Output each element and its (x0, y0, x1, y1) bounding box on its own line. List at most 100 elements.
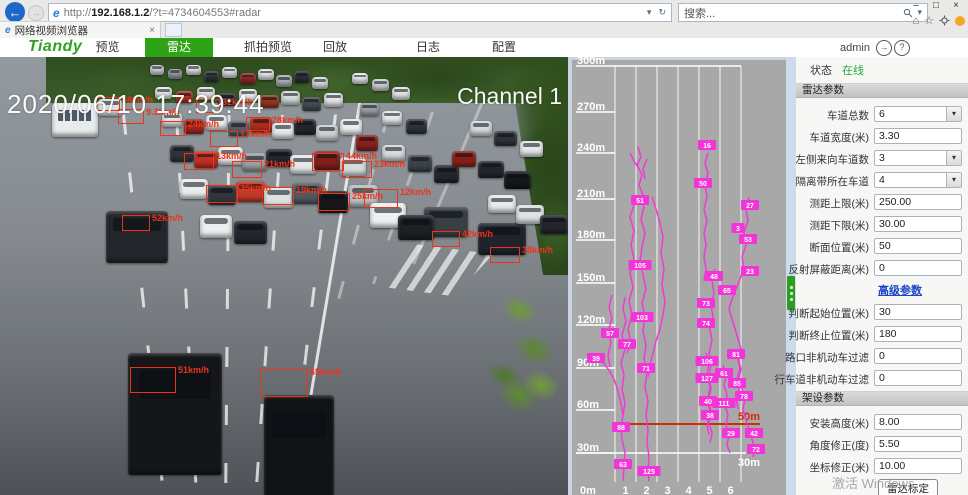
maximize-button[interactable]: □ (926, 0, 946, 13)
logout-icon[interactable]: → (876, 40, 892, 56)
section-header: 架设参数 (796, 391, 968, 406)
nav-tab-1[interactable]: 预览 (80, 38, 135, 57)
field-input[interactable]: 5.50 (874, 436, 962, 452)
field-label: 判断起始位置(米) (796, 304, 874, 320)
tab-favicon: e (5, 25, 11, 36)
svg-text:29: 29 (727, 431, 735, 438)
vehicle (540, 215, 568, 234)
vehicle (264, 395, 334, 495)
detection-box: 25km/h (318, 193, 350, 211)
nav-tab-6[interactable]: 配置 (476, 38, 532, 57)
dropdown-caret-icon[interactable]: ▾ (946, 107, 961, 121)
new-tab-button[interactable] (165, 23, 182, 37)
home-icon[interactable]: ⌂ (912, 15, 919, 27)
address-bar[interactable]: e http://192.168.1.2/?t=4734604553#radar… (48, 3, 672, 22)
vehicle (520, 141, 543, 157)
vehicle (204, 71, 219, 82)
refresh-icon[interactable]: ↻ (658, 7, 666, 18)
windows-watermark: 激活 Windows (832, 473, 914, 492)
settings-panel: 状态 在线 雷达参数车道总数6▾车道宽度(米)3.30左侧来向车道数3▾隔离带所… (796, 57, 968, 495)
minimize-button[interactable]: – (906, 0, 926, 13)
vehicle (200, 215, 232, 238)
advanced-params-link[interactable]: 高级参数 (878, 282, 922, 298)
speed-label: 12km/h (400, 187, 431, 197)
vehicle (408, 155, 432, 172)
detection-box: 51km/h (130, 367, 176, 393)
form-row: 车道宽度(米)3.30 (796, 125, 968, 146)
field-label: 路口非机动车过滤 (796, 348, 874, 364)
close-button[interactable]: × (946, 0, 966, 13)
ie-page-icon: e (53, 6, 60, 20)
form-row: 车道总数6▾ (796, 103, 968, 124)
video-feed: 52km/h51km/h65km/h42km/h38km/h58km/h9.3k… (0, 57, 568, 495)
field-input[interactable]: 8.00 (874, 414, 962, 430)
channel-label: Channel 1 (457, 83, 562, 110)
app-navbar: Tiandy 预览雷达抓拍预览回放日志配置 admin → ? (0, 38, 968, 58)
vehicle (452, 151, 476, 167)
field-input[interactable]: 3.30 (874, 128, 962, 144)
svg-text:88: 88 (617, 425, 625, 432)
search-box[interactable]: 搜索... ▾ (678, 3, 928, 22)
vehicle (406, 119, 427, 134)
field-input[interactable]: 30.00 (874, 216, 962, 232)
vehicle (360, 103, 379, 116)
browser-forward-button[interactable]: → (28, 5, 44, 21)
form-row: 角度修正(度)5.50 (796, 433, 968, 454)
svg-text:0m: 0m (580, 485, 596, 495)
nav-tab-5[interactable]: 日志 (400, 38, 456, 57)
tiandy-logo: Tiandy (28, 38, 82, 56)
svg-text:1: 1 (622, 485, 628, 495)
detection-box: 23km/h (342, 161, 372, 178)
browser-chrome: ← → e http://192.168.1.2/?t=4734604553#r… (0, 0, 968, 39)
radar-panel: 300m270m240m210m180m150m120m90m60m30m30m… (568, 57, 786, 495)
field-input[interactable]: 250.00 (874, 194, 962, 210)
svg-text:60m: 60m (577, 399, 599, 411)
detection-box: 38km/h (490, 247, 520, 263)
dropdown-caret-icon[interactable]: ▾ (946, 151, 961, 165)
svg-text:85: 85 (733, 381, 741, 388)
field-input[interactable]: 0 (874, 370, 962, 386)
speed-label: 51km/h (178, 365, 209, 375)
browser-back-button[interactable]: ← (5, 2, 25, 22)
field-select[interactable]: 6▾ (874, 106, 962, 122)
dropdown-caret-icon[interactable]: ▾ (946, 173, 961, 187)
vehicle (382, 111, 402, 125)
field-select[interactable]: 3▾ (874, 150, 962, 166)
detection-box: 21km/h (232, 161, 262, 178)
feedback-icon[interactable] (955, 16, 965, 26)
favorites-icon[interactable]: ☆ (924, 14, 934, 27)
help-icon[interactable]: ? (894, 40, 910, 56)
nav-tab-3[interactable]: 抓拍预览 (228, 38, 308, 57)
vehicle (281, 91, 300, 105)
vehicle (302, 97, 321, 111)
status-row: 状态 在线 (796, 57, 968, 80)
nav-tab-2[interactable]: 雷达 (145, 38, 213, 57)
svg-text:65: 65 (723, 288, 731, 295)
field-input[interactable]: 50 (874, 238, 962, 254)
settings-gear-icon[interactable] (939, 15, 950, 26)
svg-text:50: 50 (699, 181, 707, 188)
svg-text:103: 103 (636, 315, 648, 322)
field-input[interactable]: 0 (874, 260, 962, 276)
detection-box: 52km/h (122, 215, 150, 231)
vehicle (180, 179, 208, 199)
vehicle (352, 73, 368, 84)
field-input[interactable]: 10.00 (874, 458, 962, 474)
field-select[interactable]: 4▾ (874, 172, 962, 188)
tab-close-icon[interactable]: × (149, 25, 155, 36)
field-input[interactable]: 0 (874, 348, 962, 364)
svg-text:51: 51 (636, 198, 644, 205)
svg-text:210m: 210m (577, 188, 605, 200)
field-label: 测距上限(米) (796, 194, 874, 210)
detection-box: 17km/h (210, 131, 238, 147)
field-input[interactable]: 180 (874, 326, 962, 342)
speed-label: 44km/h (346, 151, 377, 161)
vehicle (272, 123, 294, 139)
form-row: 路口非机动车过滤0 (796, 345, 968, 366)
field-input[interactable]: 30 (874, 304, 962, 320)
nav-tab-4[interactable]: 回放 (310, 38, 360, 57)
url-dropdown-icon[interactable]: ▾ (647, 7, 652, 18)
browser-tab[interactable]: e 网络视频浏览器 × (0, 21, 161, 38)
svg-text:125: 125 (643, 469, 655, 476)
speed-label: 42km/h (462, 229, 493, 239)
